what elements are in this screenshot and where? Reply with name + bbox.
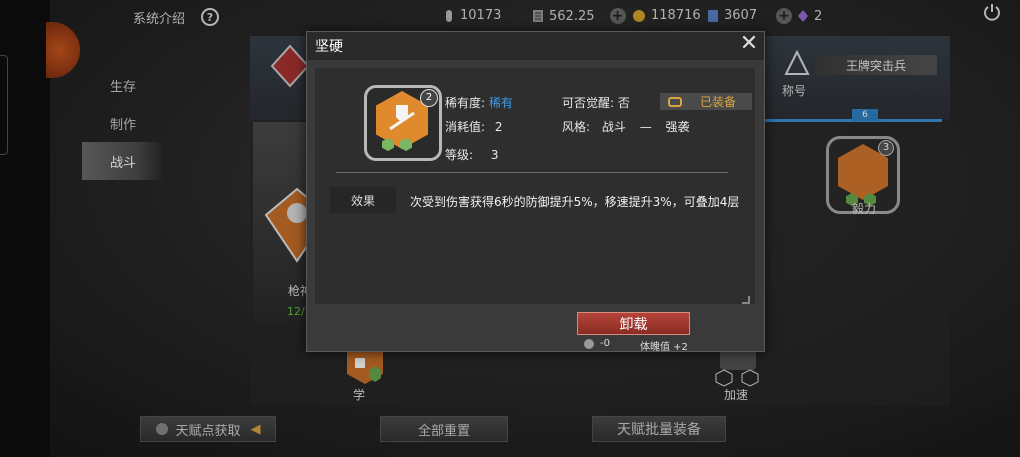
close-icon[interactable]: ✕ xyxy=(738,33,760,56)
rarity-label: 稀有度: xyxy=(445,96,486,110)
stamina-change: 体魄值 +2 xyxy=(640,342,688,353)
game-screen: 系统介绍 ? 10173 562.25 + 118716 3607 + 2 生存… xyxy=(0,0,1020,457)
dialog-divider xyxy=(336,172,728,173)
style-label: 风格: xyxy=(562,120,591,134)
cost-point-icon xyxy=(584,339,594,349)
dialog-title: 坚硬 xyxy=(315,39,343,55)
talent-item-icon: 2 xyxy=(364,85,442,161)
equipped-badge: 已装备 xyxy=(660,93,752,110)
effect-description: 次受到伤害获得6秒的防御提升5%，移速提升3%，可叠加4层 xyxy=(410,195,740,209)
equipped-label: 已装备 xyxy=(700,95,737,109)
cost-label: 消耗值: xyxy=(445,120,486,134)
cost-value: 2 xyxy=(494,120,503,134)
check-icon xyxy=(668,96,682,107)
awaken-value: 否 xyxy=(617,96,630,110)
shield-icon xyxy=(389,105,415,131)
level-row: 等级: 3 xyxy=(445,146,499,163)
style-value-1: 战斗 xyxy=(601,120,626,134)
rarity-row: 稀有度: 稀有 xyxy=(445,94,513,111)
scroll-corner xyxy=(742,296,750,304)
cost-row: 消耗值: 2 xyxy=(445,118,503,135)
cost-change: -0 xyxy=(600,338,610,349)
unload-label: 卸载 xyxy=(619,316,648,333)
level-value: 3 xyxy=(490,148,499,162)
unload-button[interactable]: 卸载 xyxy=(577,312,690,335)
awaken-label: 可否觉醒: xyxy=(562,96,615,110)
style-dash: — xyxy=(639,120,652,134)
awaken-row: 可否觉醒: 否 xyxy=(562,94,630,111)
dialog-header: 坚硬 xyxy=(307,32,764,60)
level-label: 等级: xyxy=(445,148,474,162)
style-row: 风格: 战斗 — 强袭 xyxy=(562,118,690,135)
style-value-2: 强袭 xyxy=(665,120,690,134)
effect-tag: 效果 xyxy=(330,187,396,213)
item-level-badge: 2 xyxy=(420,89,438,107)
rarity-value: 稀有 xyxy=(488,96,513,110)
